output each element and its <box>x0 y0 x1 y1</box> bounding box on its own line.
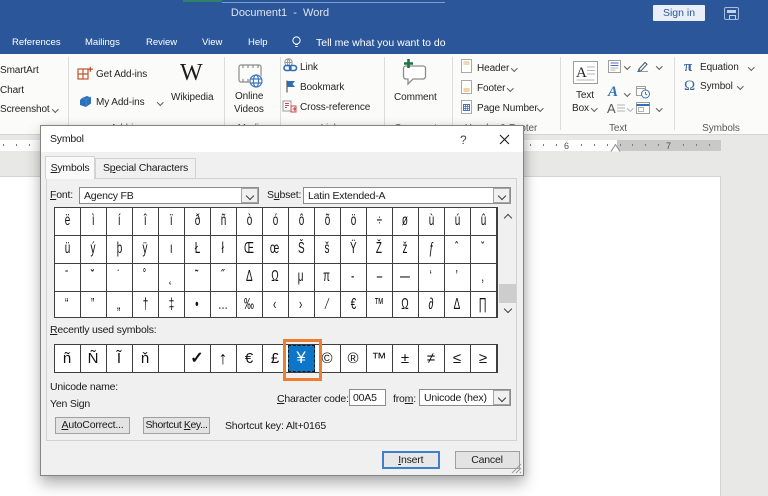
svg-text:A: A <box>576 65 587 81</box>
